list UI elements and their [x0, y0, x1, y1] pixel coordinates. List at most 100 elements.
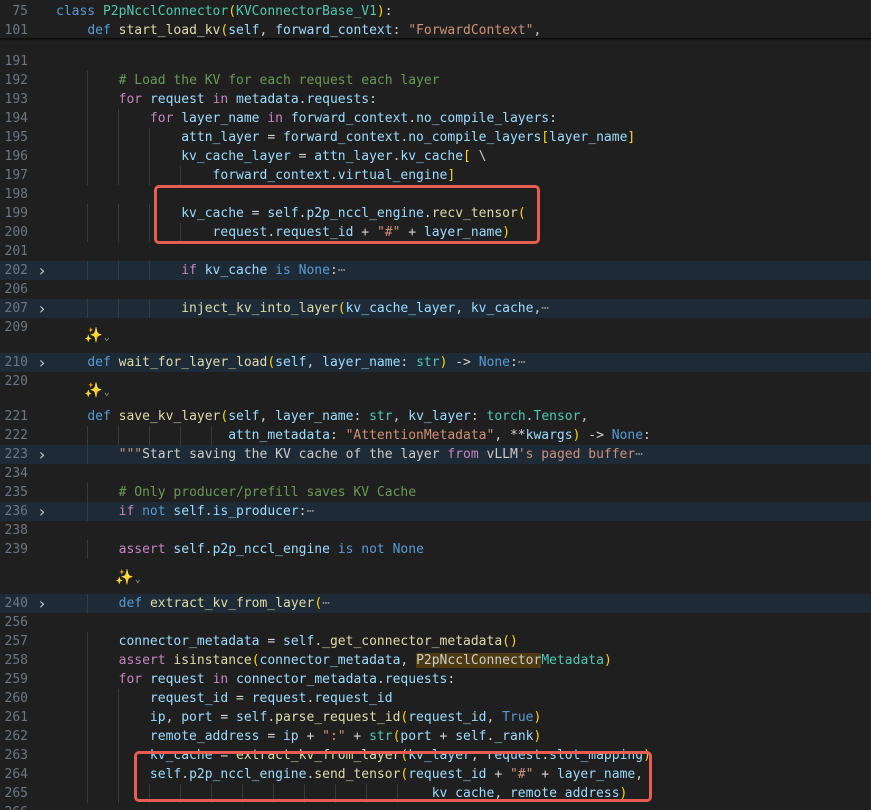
code-token: forward_context: [275, 23, 393, 38]
copilot-lens-1[interactable]: ✨⌄: [84, 326, 110, 345]
sparkle-icon[interactable]: ✨: [84, 326, 103, 344]
code-line[interactable]: 238: [0, 521, 871, 540]
line-number: 235: [4, 485, 28, 500]
code-line[interactable]: 195 attn_layer = forward_context.no_comp…: [0, 128, 871, 147]
indent-guide: [304, 784, 305, 803]
folded-ellipsis[interactable]: ⋯: [541, 301, 549, 316]
code-line[interactable]: 192 # Load the KV for each request each …: [0, 71, 871, 90]
chevron-right-icon[interactable]: ›: [36, 502, 48, 521]
code-line[interactable]: 207 › inject_kv_into_layer(kv_cache_layer…: [0, 299, 871, 318]
code-token: None: [478, 355, 511, 370]
code-line[interactable]: 201: [0, 242, 871, 261]
code-line[interactable]: 191: [0, 52, 871, 71]
copilot-lens-3[interactable]: ✨⌄: [115, 568, 141, 587]
code-token: "ForwardContext": [408, 23, 534, 38]
code-token: layer_name: [549, 130, 628, 145]
code-line[interactable]: 210 › def wait_for_layer_load(self, layer…: [0, 353, 871, 372]
code-token: ,: [400, 653, 417, 668]
chevron-right-icon[interactable]: ›: [36, 353, 48, 372]
code-line[interactable]: 223 › """Start saving the KV cache of the…: [0, 445, 871, 464]
code-line[interactable]: 220: [0, 372, 871, 391]
code-token: not: [142, 504, 166, 519]
code-token: self: [228, 409, 260, 424]
code-line[interactable]: 206: [0, 280, 871, 299]
folded-ellipsis[interactable]: ⋯: [518, 355, 526, 370]
code-token: None: [298, 263, 330, 278]
code-line[interactable]: 222 attn_metadata: "AttentionMetadata", …: [0, 426, 871, 445]
code-line[interactable]: 234: [0, 464, 871, 483]
folded-ellipsis[interactable]: ⋯: [322, 596, 330, 611]
chevron-right-icon[interactable]: ›: [36, 594, 48, 613]
code-token: connector_metadata: [259, 653, 401, 668]
code-line[interactable]: 256: [0, 613, 871, 632]
code-text: def save_kv_layer(self, layer_name: str,…: [56, 407, 588, 426]
folded-ellipsis[interactable]: ⋯: [306, 504, 314, 519]
code-line[interactable]: 200 request.request_id + "#" + layer_nam…: [0, 223, 871, 242]
code-token: self: [267, 206, 299, 221]
line-number: 198: [4, 187, 28, 202]
code-line[interactable]: 194 for layer_name in forward_context.no…: [0, 109, 871, 128]
line-number: 193: [4, 92, 28, 107]
code-line[interactable]: 259 for request in connector_metadata.re…: [0, 670, 871, 689]
code-line[interactable]: 209: [0, 318, 871, 337]
code-text: kv_cache = self.p2p_nccl_engine.recv_ten…: [56, 204, 525, 223]
code-token: isinstance: [173, 653, 252, 668]
chevron-right-icon[interactable]: ›: [36, 299, 48, 318]
indent-guide: [87, 445, 88, 464]
code-line[interactable]: 240 › def extract_kv_from_layer(⋯: [0, 594, 871, 613]
code-line[interactable]: 236 › if not self.is_producer:⋯: [0, 502, 871, 521]
code-line[interactable]: 262 remote_address = ip + ":" + str(port…: [0, 727, 871, 746]
code-line[interactable]: 197 forward_context.virtual_engine]: [0, 166, 871, 185]
code-token: :: [400, 355, 417, 370]
code-token: ip: [282, 729, 299, 744]
code-token: layer_name: [275, 409, 354, 424]
folded-ellipsis[interactable]: ⋯: [635, 447, 643, 462]
code-line[interactable]: 263 kv_cache = extract_kv_from_layer(kv_…: [0, 746, 871, 765]
code-line[interactable]: 75 class P2pNcclConnector(KVConnectorBase…: [0, 2, 871, 21]
code-editor[interactable]: 75 class P2pNcclConnector(KVConnectorBase…: [0, 0, 871, 810]
code-text: if not self.is_producer:⋯: [56, 502, 315, 521]
code-token: ->: [447, 355, 479, 370]
code-text: attn_metadata: "AttentionMetadata", **kw…: [56, 426, 651, 445]
code-line[interactable]: 239 assert self.p2p_nccl_engine is not N…: [0, 540, 871, 559]
code-token: :: [384, 4, 393, 19]
code-token: [: [463, 149, 471, 164]
code-line[interactable]: 261 ip, port = self.parse_request_id(req…: [0, 708, 871, 727]
indent-guide: [118, 784, 119, 803]
sparkle-icon[interactable]: ✨: [84, 381, 103, 399]
code-token: 's paged buffer: [517, 447, 636, 462]
code-line[interactable]: 266: [0, 803, 871, 810]
code-line[interactable]: 235 # Only producer/prefill saves KV Cac…: [0, 483, 871, 502]
code-line[interactable]: 199 kv_cache = self.p2p_nccl_engine.recv…: [0, 204, 871, 223]
chevron-down-icon[interactable]: ⌄: [104, 332, 110, 343]
chevron-right-icon[interactable]: ›: [36, 261, 48, 280]
code-line[interactable]: 221 def save_kv_layer(self, layer_name: …: [0, 407, 871, 426]
code-token: +: [353, 225, 377, 240]
code-line[interactable]: 202 › if kv_cache is None:⋯: [0, 261, 871, 280]
chevron-down-icon[interactable]: ⌄: [135, 574, 141, 585]
code-line[interactable]: 257 connector_metadata = self._get_conne…: [0, 632, 871, 651]
folded-ellipsis[interactable]: ⋯: [338, 263, 346, 278]
code-token: .: [525, 409, 534, 424]
chevron-down-icon[interactable]: ⌄: [104, 387, 110, 398]
code-line[interactable]: 264 self.p2p_nccl_engine.send_tensor(req…: [0, 765, 871, 784]
copilot-lens-2[interactable]: ✨⌄: [84, 381, 110, 400]
code-token: [: [541, 130, 550, 145]
chevron-right-icon[interactable]: ›: [36, 445, 48, 464]
code-line[interactable]: 260 request_id = request.request_id: [0, 689, 871, 708]
code-line[interactable]: 198: [0, 185, 871, 204]
code-line[interactable]: 258 assert isinstance(connector_metadata…: [0, 651, 871, 670]
code-token: +: [533, 767, 557, 782]
code-token: Start saving the KV cache of the layer: [142, 447, 448, 462]
code-line[interactable]: 265 kv_cache, remote_address): [0, 784, 871, 803]
code-token: inject_kv_into_layer: [181, 301, 338, 316]
code-line[interactable]: 193 for request in metadata.requests:: [0, 90, 871, 109]
code-line[interactable]: 196 kv_cache_layer = attn_layer.kv_cache…: [0, 147, 871, 166]
code-token: wait_for_layer_load: [118, 355, 268, 370]
sparkle-icon[interactable]: ✨: [115, 568, 134, 586]
line-number: 202: [4, 263, 28, 278]
